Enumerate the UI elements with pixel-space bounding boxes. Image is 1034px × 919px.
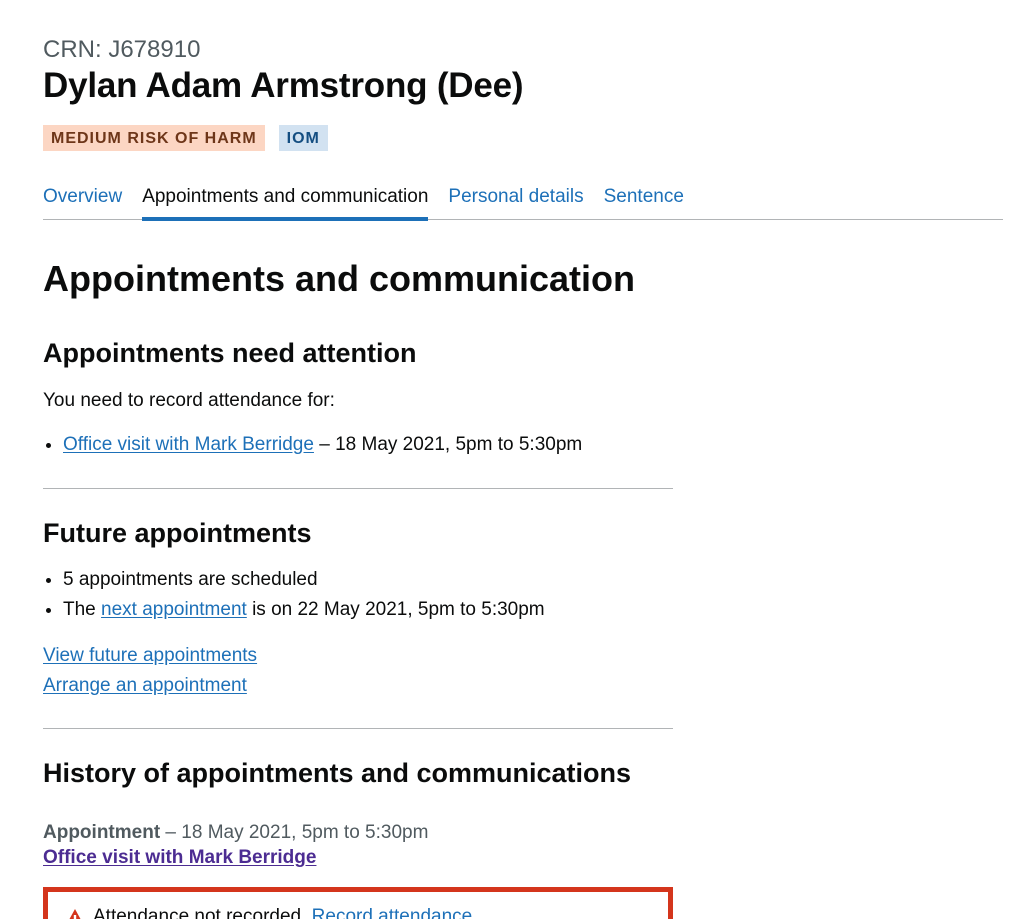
tab-sentence[interactable]: Sentence <box>604 182 684 220</box>
attention-heading: Appointments need attention <box>43 338 417 368</box>
attention-appointment-time: – 18 May 2021, 5pm to 5:30pm <box>313 434 583 455</box>
tags-row: MEDIUM RISK OF HARM IOM <box>43 125 328 151</box>
tab-appointments-and-communication[interactable]: Appointments and communication <box>142 182 429 221</box>
crn-caption: CRN: J678910 <box>43 36 201 63</box>
arrange-row: Arrange an appointment <box>43 673 247 698</box>
arrange-appointment-link[interactable]: Arrange an appointment <box>43 675 247 696</box>
view-future-row: View future appointments <box>43 643 257 668</box>
next-prefix: The <box>63 599 102 620</box>
future-heading: Future appointments <box>43 518 312 548</box>
page: CRN: J678910 Dylan Adam Armstrong (Dee) … <box>0 0 1034 919</box>
history-entry-meta: Appointment – 18 May 2021, 5pm to 5:30pm <box>43 820 428 845</box>
attention-appointment-link[interactable]: Office visit with Mark Berridge <box>63 434 314 455</box>
history-entry-title-row: Office visit with Mark Berridge <box>43 845 316 870</box>
future-list: 5 appointments are scheduled The next ap… <box>43 565 545 625</box>
sub-navigation: Overview Appointments and communication … <box>43 182 1003 221</box>
attention-intro: You need to record attendance for: <box>43 390 335 411</box>
tab-overview[interactable]: Overview <box>43 182 122 220</box>
section-divider <box>43 728 673 729</box>
list-item: Office visit with Mark Berridge – 18 May… <box>63 430 582 460</box>
record-attendance-link[interactable]: Record attendance <box>312 906 473 919</box>
section-divider <box>43 488 673 489</box>
person-name: Dylan Adam Armstrong (Dee) <box>43 66 524 105</box>
history-entry-type: Appointment <box>43 822 161 843</box>
list-item: 5 appointments are scheduled <box>63 565 545 595</box>
history-heading: History of appointments and communicatio… <box>43 758 632 788</box>
risk-of-harm-tag: MEDIUM RISK OF HARM <box>43 125 265 151</box>
warning-text: Attendance not recorded. <box>93 906 312 919</box>
tab-personal-details[interactable]: Personal details <box>448 182 583 220</box>
next-appointment-time: is on 22 May 2021, 5pm to 5:30pm <box>246 599 545 620</box>
page-title: Appointments and communication <box>43 258 636 299</box>
warning-triangle-icon <box>69 909 81 919</box>
next-appointment-link[interactable]: next appointment <box>101 599 247 620</box>
history-entry-link[interactable]: Office visit with Mark Berridge <box>43 847 316 868</box>
view-future-appointments-link[interactable]: View future appointments <box>43 645 257 666</box>
iom-tag: IOM <box>278 125 328 151</box>
history-entry-time: – 18 May 2021, 5pm to 5:30pm <box>160 822 429 843</box>
attendance-warning: Attendance not recorded. Record attendan… <box>43 887 673 919</box>
list-item: The next appointment is on 22 May 2021, … <box>63 595 545 625</box>
attention-list: Office visit with Mark Berridge – 18 May… <box>43 430 582 460</box>
